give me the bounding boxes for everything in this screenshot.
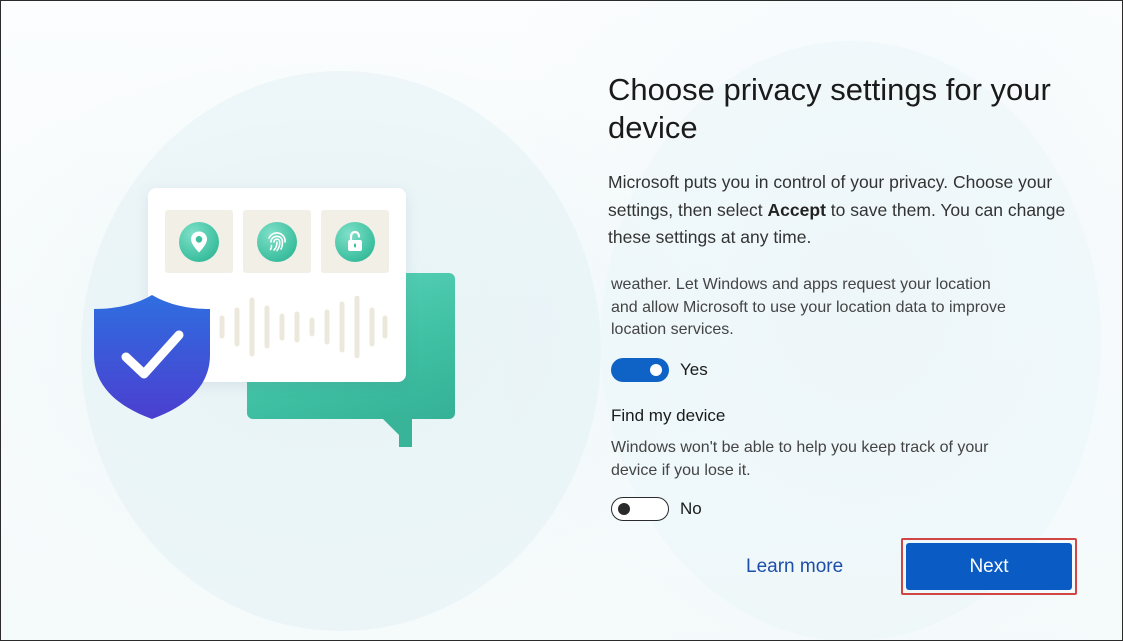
fingerprint-tile xyxy=(243,210,311,273)
chat-bubble-tail xyxy=(399,413,412,447)
location-pin-icon xyxy=(179,221,219,262)
privacy-settings-panel: Choose privacy settings for your device … xyxy=(608,1,1098,640)
location-toggle-label: Yes xyxy=(680,360,708,379)
fingerprint-icon xyxy=(257,221,297,262)
find-my-device-title: Find my device xyxy=(611,406,726,425)
description-accept-word: Accept xyxy=(767,199,826,220)
privacy-illustration xyxy=(1,1,561,640)
shield-check-icon xyxy=(94,295,210,419)
learn-more-link[interactable]: Learn more xyxy=(746,556,843,578)
toggle-knob xyxy=(650,364,662,376)
find-my-device-row: No xyxy=(611,497,702,521)
toggle-knob xyxy=(618,503,630,515)
location-setting-row: Yes xyxy=(611,358,708,382)
voice-wave-icon xyxy=(219,296,388,358)
lock-tile xyxy=(321,210,389,273)
location-setting-description: weather. Let Windows and apps request yo… xyxy=(611,276,1006,338)
location-tile xyxy=(165,210,233,273)
page-title: Choose privacy settings for your device xyxy=(608,72,1051,145)
next-button[interactable]: Next xyxy=(906,543,1072,590)
find-my-device-toggle-label: No xyxy=(680,499,702,518)
location-toggle[interactable] xyxy=(611,358,669,382)
find-my-device-toggle[interactable] xyxy=(611,497,669,521)
oobe-window: Choose privacy settings for your device … xyxy=(0,0,1123,641)
page-description: Microsoft puts you in control of your pr… xyxy=(608,169,1078,252)
unlock-icon xyxy=(335,221,375,262)
find-my-device-description: Windows won't be able to help you keep t… xyxy=(611,439,989,479)
